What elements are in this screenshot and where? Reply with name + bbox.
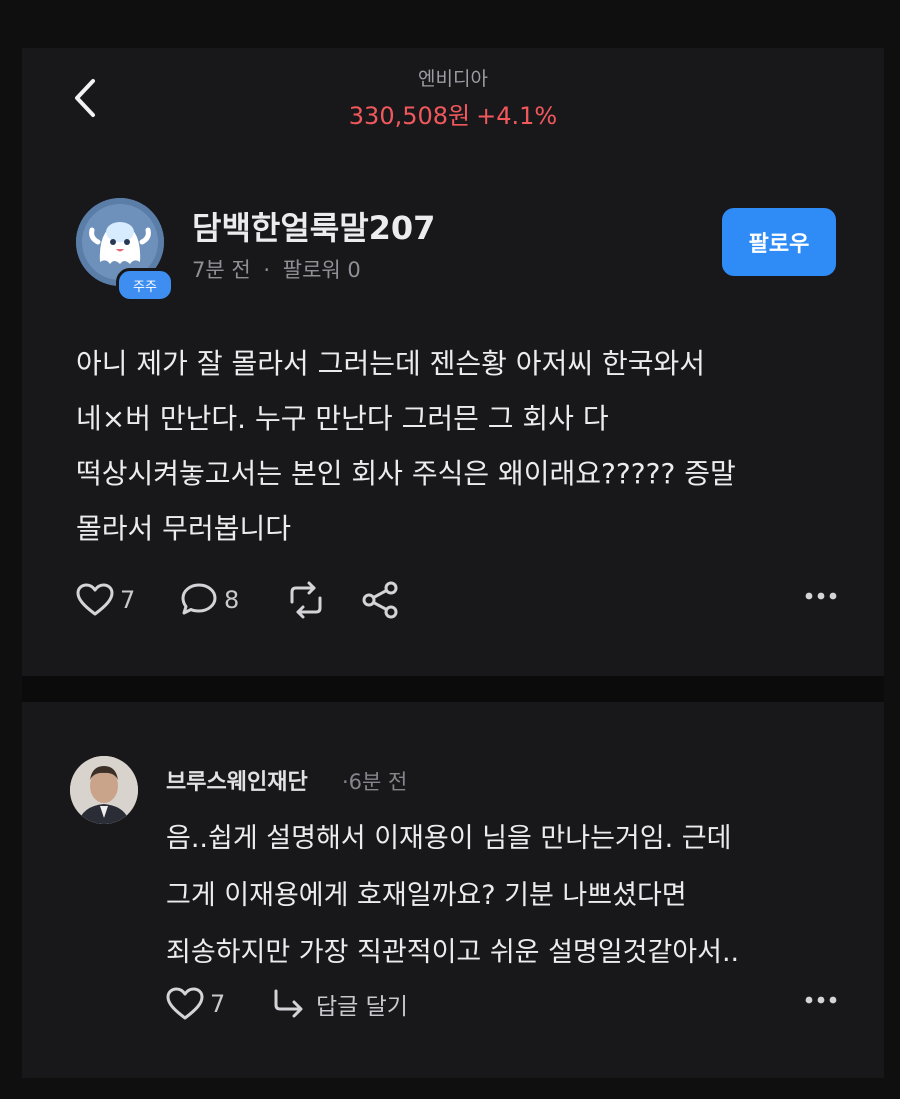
reply-label: 답글 달기	[316, 994, 408, 1020]
comment-item: 브루스웨인재단 ·6분 전 음..쉽게 설명해서 이재용이 님을 만나는거임. …	[22, 702, 884, 1078]
more-dots-icon	[805, 592, 837, 600]
shareholder-badge: 주주	[116, 268, 174, 302]
comment-body-line: 그게 이재용에게 호재일까요? 기분 나쁘셨다면	[166, 880, 687, 911]
comment-more-button[interactable]	[804, 990, 838, 1009]
comment-author-name[interactable]: 브루스웨인재단	[166, 764, 308, 796]
post-body-line: 몰라서 무러봅니다	[76, 512, 291, 545]
post-actions: 7 8	[76, 578, 838, 622]
post-body-line: 네×버 만난다. 누구 만난다 그러믄 그 회사 다	[76, 402, 609, 435]
stock-name: 엔비디아	[418, 68, 488, 90]
post-body-line: 아니 제가 잘 몰라서 그러는데 젠슨황 아저씨 한국와서	[76, 347, 706, 380]
post-more-button[interactable]	[804, 586, 838, 605]
reply-button[interactable]: 답글 달기	[270, 982, 408, 1026]
heart-icon	[76, 583, 114, 616]
meta-separator: ·	[263, 258, 271, 282]
share-button[interactable]	[360, 578, 400, 622]
repost-icon	[290, 581, 322, 619]
follow-button[interactable]: 팔로우	[722, 208, 836, 276]
comment-count: 8	[224, 586, 240, 614]
header: 엔비디아 330,508원 +4.1%	[22, 48, 884, 158]
comment-like-button[interactable]: 7	[166, 982, 225, 1026]
author-name[interactable]: 담백한얼룩말207	[192, 203, 435, 249]
heart-icon	[166, 987, 204, 1020]
stock-change: +4.1%	[476, 102, 558, 130]
like-count: 7	[120, 586, 136, 614]
author-meta: 7분 전 · 팔로워 0	[192, 254, 361, 284]
stock-price: 330,508원	[348, 102, 471, 130]
comment-body-line: 음..쉽게 설명해서 이재용이 님을 만나는거임. 근데	[166, 823, 732, 854]
person-photo-icon	[70, 756, 138, 824]
post-body: 아니 제가 잘 몰라서 그러는데 젠슨황 아저씨 한국와서 네×버 만난다. 누…	[76, 336, 856, 556]
comment-button[interactable]: 8	[180, 578, 239, 622]
speech-bubble-icon	[181, 583, 217, 615]
comment-like-count: 7	[210, 990, 226, 1018]
comment-author-avatar[interactable]	[70, 756, 138, 824]
share-icon	[362, 581, 398, 619]
comment-time: ·6분 전	[342, 770, 408, 794]
post-body-line: 떡상시켜놓고서는 본인 회사 주식은 왜이래요????? 증말	[76, 457, 736, 490]
author-avatar[interactable]: 주주	[76, 198, 174, 302]
section-divider	[22, 676, 884, 702]
follower-count: 팔로워 0	[282, 258, 361, 282]
comment-body-line: 죄송하지만 가장 직관적이고 쉬운 설명일것같아서..	[166, 937, 740, 968]
comment-actions: 7 답글 달기	[166, 982, 838, 1026]
post-time: 7분 전	[192, 258, 251, 282]
reply-arrow-icon	[274, 989, 303, 1018]
repost-button[interactable]	[284, 578, 328, 622]
stock-price-row: 330,508원 +4.1%	[22, 96, 884, 131]
like-button[interactable]: 7	[76, 578, 135, 622]
comment-body: 음..쉽게 설명해서 이재용이 님을 만나는거임. 근데 그게 이재용에게 호재…	[166, 810, 866, 981]
more-dots-icon	[805, 996, 837, 1004]
app-screen: 엔비디아 330,508원+4.1% 주주 담백한얼룩말207 7분 전 ·	[22, 48, 884, 1078]
